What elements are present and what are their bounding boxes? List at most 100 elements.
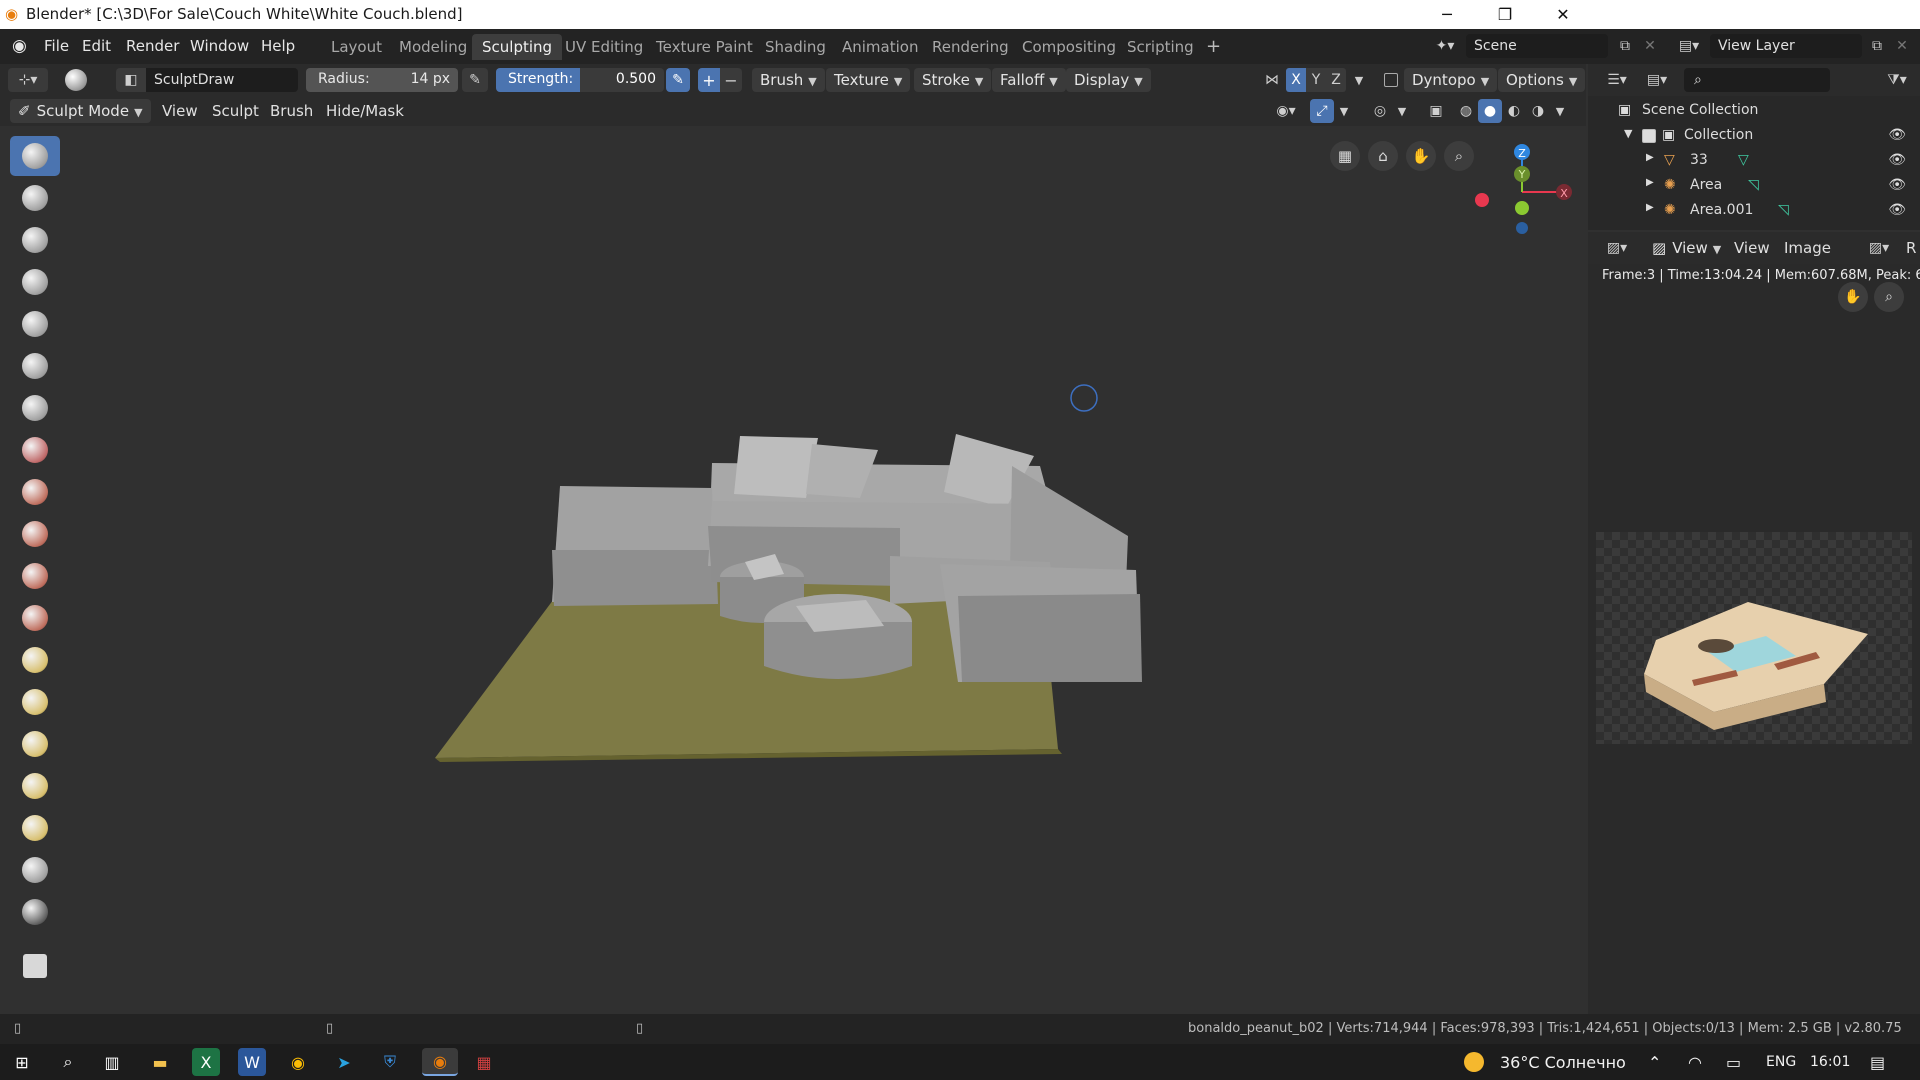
outliner-editor-type-icon[interactable]: ☰▾ [1600,68,1634,92]
mode-selector[interactable]: ✐ Sculpt Mode ▼ [10,99,151,123]
tool-pinch[interactable] [10,598,60,638]
mirror-y-toggle[interactable]: Y [1306,68,1326,92]
overlays-chevron-icon[interactable]: ▼ [1394,99,1410,123]
tool-crease[interactable] [10,388,60,428]
menu-hide-mask[interactable]: Hide/Mask [326,102,404,120]
menu-brush[interactable]: Brush [270,102,313,120]
wifi-icon[interactable]: ◠ [1688,1053,1702,1072]
tool-grab[interactable] [10,640,60,680]
brush-datablock-icon[interactable]: ◧ [116,68,146,92]
menu-sculpt[interactable]: Sculpt [212,102,259,120]
menu-edit[interactable]: Edit [82,37,111,55]
tool-smooth[interactable] [10,430,60,470]
scene-name-field[interactable]: Scene [1466,34,1608,58]
outliner-row-area-001[interactable]: ▶ ✺ Area.001 ◹ 👁 [1588,198,1920,223]
telegram-icon[interactable]: ➤ [330,1048,358,1076]
visibility-icon[interactable]: ◉▾ [1268,99,1304,123]
shading-options-chevron-icon[interactable]: ▼ [1552,99,1568,123]
direction-add-icon[interactable]: + [698,68,720,92]
grid-icon[interactable]: ▦ [1330,141,1360,171]
outliner-row-33[interactable]: ▶ ▽ 33 ▽ 👁 [1588,148,1920,173]
brush-name-field[interactable]: SculptDraw [146,68,298,92]
expand-arrow-icon[interactable]: ▼ [1624,127,1632,140]
filter-icon[interactable]: ⧩▾ [1880,68,1914,92]
tool-mask[interactable] [10,892,60,932]
brush-preview-icon[interactable] [62,67,90,93]
tab-texture-paint[interactable]: Texture Paint [646,34,763,60]
direction-subtract-icon[interactable]: − [720,68,742,92]
file-explorer-icon[interactable]: ▬ [146,1048,174,1076]
overlays-icon[interactable]: ◎ [1368,99,1392,123]
exclude-checkbox[interactable] [1642,129,1656,143]
image-editor-type-icon[interactable]: ▨▾ [1600,236,1634,260]
eye-icon[interactable]: 👁 [1888,152,1906,168]
tab-shading[interactable]: Shading [755,34,836,60]
search-icon[interactable]: ⌕ [54,1048,82,1076]
tool-rotate[interactable] [10,808,60,848]
shield-icon[interactable]: ⛨ [376,1048,404,1076]
chrome-icon[interactable]: ◉ [284,1048,312,1076]
scene-selector-icon[interactable]: ✦▾ [1428,34,1462,58]
outliner-row-area[interactable]: ▶ ✺ Area ◹ 👁 [1588,173,1920,198]
task-view-icon[interactable]: ▥ [98,1048,126,1076]
solid-shading-icon[interactable]: ● [1478,99,1502,123]
outliner-search-input[interactable]: ⌕ [1684,68,1830,92]
close-button[interactable]: ✕ [1534,0,1592,29]
editor-type-icon[interactable]: ⊹▾ [8,68,48,92]
tool-blob[interactable] [10,346,60,386]
restore-button[interactable]: ❐ [1476,0,1534,29]
new-view-layer-icon[interactable]: ⧉ [1866,34,1888,58]
blender-taskbar-icon[interactable]: ◉ [422,1048,458,1076]
menu-view[interactable]: View [162,102,198,120]
tray-overflow-icon[interactable]: ⌃ [1648,1053,1661,1072]
image-name-field[interactable]: R [1906,239,1916,257]
expand-arrow-icon[interactable]: ▶ [1646,177,1654,188]
tool-draw[interactable] [10,136,60,176]
pan-hand-icon[interactable]: ✋ [1406,141,1436,171]
tool-box-mask[interactable] [10,946,60,986]
display-mode-icon[interactable]: ▤▾ [1640,68,1674,92]
gizmo-toggle-icon[interactable]: ⤢ [1310,99,1334,123]
weather-sun-icon[interactable] [1464,1052,1484,1072]
tool-clay-strips[interactable] [10,220,60,260]
tool-layer[interactable] [10,262,60,302]
tool-thumb[interactable] [10,724,60,764]
tool-simplify[interactable] [10,850,60,890]
language-indicator[interactable]: ENG [1766,1054,1796,1070]
blender-menu-icon[interactable]: ◉ [12,36,27,56]
menu-view[interactable]: View [1734,239,1770,257]
tab-modeling[interactable]: Modeling [389,34,477,60]
dyntopo-checkbox[interactable] [1384,73,1398,87]
view-layer-selector-icon[interactable]: ▤▾ [1672,34,1706,58]
menu-window[interactable]: Window [190,37,249,55]
eye-icon[interactable]: 👁 [1888,202,1906,218]
add-workspace-button[interactable]: + [1196,34,1231,60]
wireframe-shading-icon[interactable]: ◍ [1454,99,1478,123]
weather-text[interactable]: 36°C Солнечно [1500,1053,1626,1072]
symmetry-icon[interactable]: ⋈ [1260,68,1284,92]
radius-slider[interactable]: Radius: 14 px [306,68,458,92]
tab-rendering[interactable]: Rendering [922,34,1019,60]
camera-icon[interactable]: ⌂ [1368,141,1398,171]
tool-snake-hook[interactable] [10,682,60,722]
notifications-icon[interactable]: ▤ [1870,1053,1885,1072]
expand-arrow-icon[interactable]: ▶ [1646,152,1654,163]
tab-scripting[interactable]: Scripting [1117,34,1204,60]
zoom-icon[interactable]: ⌕ [1874,282,1904,312]
remove-view-layer-icon[interactable]: ✕ [1892,34,1912,58]
tab-animation[interactable]: Animation [832,34,928,60]
stroke-dropdown[interactable]: Stroke ▼ [914,68,992,92]
tab-uv-editing[interactable]: UV Editing [555,34,653,60]
render-preview[interactable] [1596,532,1912,744]
tool-clay[interactable] [10,178,60,218]
menu-render[interactable]: Render [126,37,179,55]
new-scene-icon[interactable]: ⧉ [1614,34,1636,58]
tool-fill[interactable] [10,514,60,554]
radius-pressure-icon[interactable]: ✎ [462,68,488,92]
tool-nudge[interactable] [10,766,60,806]
view-mode-dropdown[interactable]: ▨ View ▼ [1644,236,1729,260]
eye-icon[interactable]: 👁 [1888,177,1906,193]
material-shading-icon[interactable]: ◐ [1502,99,1526,123]
view-layer-field[interactable]: View Layer [1710,34,1862,58]
eye-icon[interactable]: 👁 [1888,127,1906,143]
